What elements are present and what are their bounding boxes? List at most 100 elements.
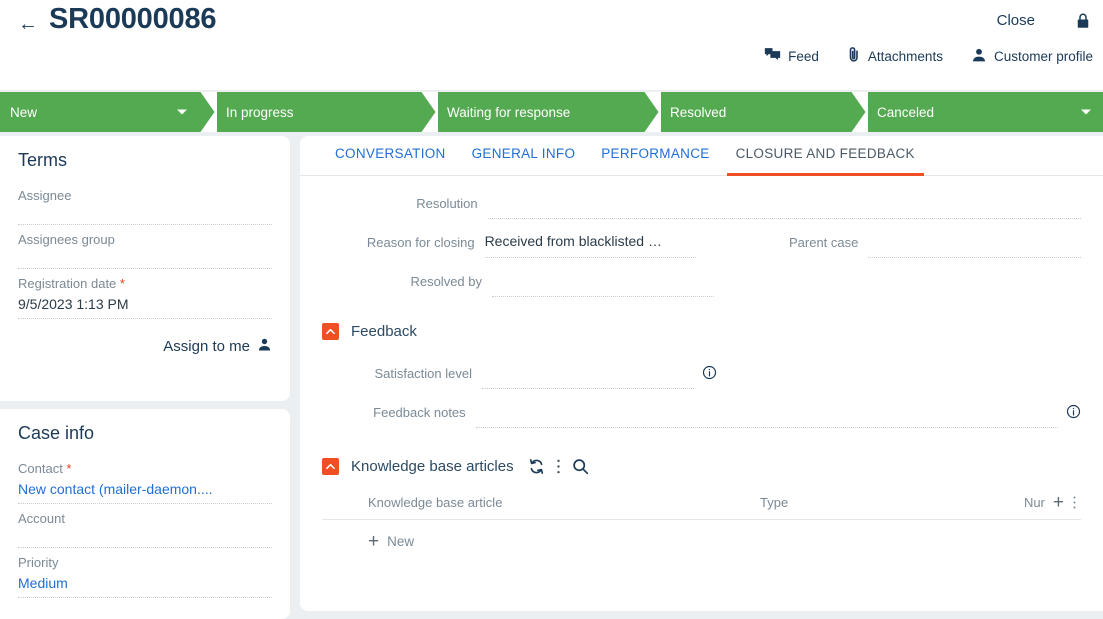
column-header-number-group: Nur + (965, 493, 1081, 512)
field-label: Priority (18, 555, 59, 570)
field-value (18, 248, 272, 250)
sidebar: Terms Assignee Assignees group Registrat… (0, 136, 290, 619)
person-icon (971, 47, 987, 66)
stage-label: New (10, 104, 38, 120)
field-assignees-group[interactable]: Assignees group (18, 225, 272, 269)
stage-notch (850, 92, 868, 132)
lock-icon[interactable] (1074, 12, 1092, 30)
more-vertical-icon[interactable] (556, 458, 561, 475)
column-header-type[interactable]: Type (760, 495, 965, 510)
reason-for-closing-input[interactable]: Received from blacklisted … (484, 231, 697, 258)
quick-action-label: Feed (788, 48, 819, 64)
field-contact[interactable]: Contact * New contact (mailer-daemon.... (18, 454, 272, 504)
resolution-input[interactable] (487, 192, 1081, 219)
required-asterisk: * (62, 461, 72, 476)
feedback-notes-input[interactable] (475, 401, 1058, 428)
tab-general-info[interactable]: GENERAL INFO (459, 136, 589, 176)
field-value (18, 527, 272, 529)
parent-case-label: Parent case (788, 235, 859, 250)
stage-label: Resolved (670, 104, 727, 120)
field-label: Contact * (18, 460, 272, 477)
stage-in-progress[interactable]: In progress (216, 92, 438, 132)
quick-action-feed[interactable]: Feed (764, 47, 819, 65)
row-satisfaction-level: Satisfaction level (322, 362, 1081, 389)
resolution-label: Resolution (416, 196, 478, 211)
arrow-left-icon[interactable]: ← (16, 12, 40, 36)
tab-performance[interactable]: PERFORMANCE (588, 136, 722, 176)
quick-action-attachments[interactable]: Attachments (847, 46, 943, 66)
refresh-icon[interactable] (528, 458, 545, 475)
field-value (18, 204, 272, 206)
quick-action-label: Attachments (867, 48, 943, 64)
stage-waiting-for-response[interactable]: Waiting for response (437, 92, 661, 132)
column-header-number[interactable]: Nur (1024, 495, 1045, 510)
assign-to-me-label: Assign to me (163, 338, 250, 355)
resolved-by-input[interactable] (492, 270, 714, 297)
knowledge-base-section-actions (528, 458, 589, 475)
satisfaction-level-input[interactable] (482, 362, 694, 389)
more-vertical-icon[interactable] (1072, 495, 1077, 510)
person-icon (257, 337, 272, 356)
info-icon[interactable] (1066, 404, 1081, 424)
feedback-section-title: Feedback (351, 323, 417, 340)
field-label-text: Contact (18, 461, 63, 476)
search-icon[interactable] (572, 458, 589, 475)
row-reason-parent: Reason for closing Received from blackli… (322, 231, 1081, 258)
feed-icon (764, 47, 781, 65)
parent-case-input[interactable] (868, 231, 1081, 258)
row-feedback-notes: Feedback notes (322, 401, 1081, 428)
chevron-up-icon[interactable] (322, 458, 339, 475)
page-title: SR00000086 (49, 3, 217, 35)
column-header-article[interactable]: Knowledge base article (322, 495, 760, 510)
quick-actions: Feed Attachments Customer profile (764, 46, 1093, 66)
terms-card-title: Terms (18, 150, 67, 170)
main-panel: CONVERSATION GENERAL INFO PERFORMANCE CL… (300, 136, 1103, 611)
feedback-notes-label: Feedback notes (373, 405, 466, 420)
field-label-text: Registration date (18, 276, 117, 291)
plus-icon: + (368, 531, 380, 552)
field-value-link[interactable]: Medium (18, 571, 272, 593)
stage-notch (643, 92, 661, 132)
field-label: Assignee (18, 188, 72, 203)
feedback-section-header: Feedback (300, 309, 1103, 340)
plus-icon[interactable]: + (1053, 493, 1064, 512)
chevron-down-icon[interactable] (1081, 109, 1091, 115)
field-assignee[interactable]: Assignee (18, 181, 272, 225)
stage-label: Waiting for response (447, 104, 571, 120)
terms-card: Terms Assignee Assignees group Registrat… (0, 136, 290, 401)
add-new-row-label: New (387, 534, 415, 549)
stage-canceled[interactable]: Canceled (867, 92, 1103, 132)
knowledge-base-section-title: Knowledge base articles (351, 458, 514, 475)
field-label: Account (18, 511, 65, 526)
closure-form: Resolution Reason for closing Received f… (300, 176, 1103, 297)
field-account[interactable]: Account (18, 504, 272, 548)
stage-resolved[interactable]: Resolved (660, 92, 868, 132)
field-registration-date[interactable]: Registration date * 9/5/2023 1:13 PM (18, 269, 272, 319)
tab-closure-and-feedback[interactable]: CLOSURE AND FEEDBACK (723, 136, 928, 176)
info-icon[interactable] (702, 365, 717, 385)
table-header-row: Knowledge base article Type Nur + (322, 491, 1081, 520)
top-bar: ← SR00000086 Close Feed Attachments Cust… (0, 0, 1103, 90)
field-label: Assignees group (18, 232, 115, 247)
stage-new[interactable]: New (0, 92, 217, 132)
field-priority[interactable]: Priority Medium (18, 548, 272, 598)
paperclip-icon (847, 46, 861, 66)
stage-notch (420, 92, 438, 132)
case-info-card-title: Case info (18, 423, 95, 443)
tab-conversation[interactable]: CONVERSATION (322, 136, 459, 176)
chevron-down-icon[interactable] (177, 109, 187, 115)
quick-action-customer-profile[interactable]: Customer profile (971, 47, 1093, 66)
quick-action-label: Customer profile (993, 48, 1093, 64)
assign-to-me-button[interactable]: Assign to me (18, 319, 272, 356)
required-asterisk: * (116, 276, 125, 291)
chevron-up-icon[interactable] (322, 323, 339, 340)
close-button[interactable]: Close (997, 12, 1035, 29)
field-label: Registration date * (18, 275, 272, 292)
field-value-link[interactable]: New contact (mailer-daemon.... (18, 477, 272, 499)
add-new-row-button[interactable]: + New (322, 520, 1081, 552)
stage-progress-bar: New In progress Waiting for response Res… (0, 92, 1103, 132)
reason-for-closing-label: Reason for closing (366, 235, 475, 250)
case-info-card: Case info Contact * New contact (mailer-… (0, 409, 290, 619)
feedback-form: Satisfaction level Feedback notes (300, 340, 1103, 428)
stage-label: Canceled (877, 104, 935, 120)
